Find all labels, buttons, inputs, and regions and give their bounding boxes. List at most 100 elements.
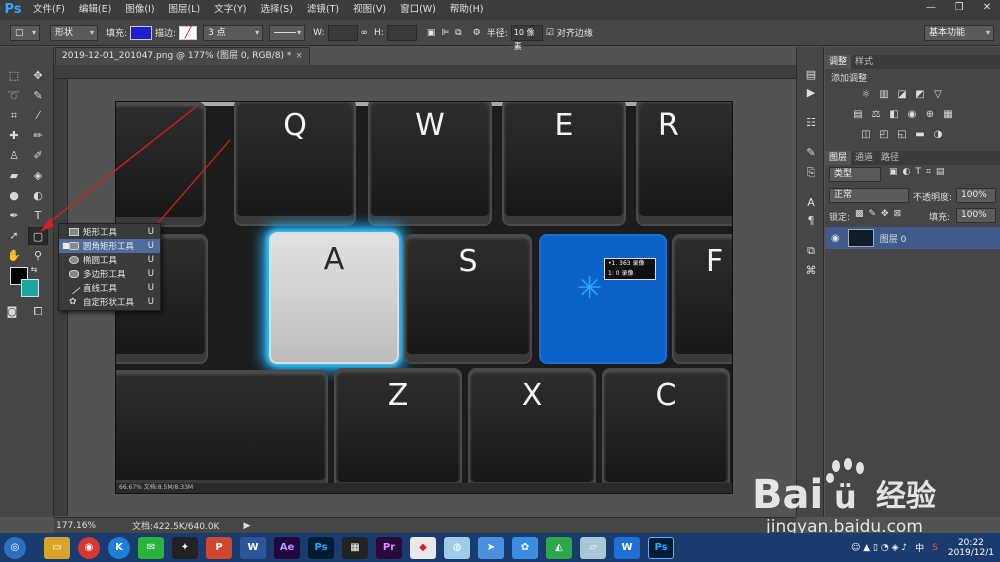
- tab-channels[interactable]: 通道: [851, 151, 877, 165]
- powerpoint-icon[interactable]: P: [206, 536, 232, 559]
- search-icon[interactable]: ◎: [4, 536, 26, 559]
- tab-styles[interactable]: 样式: [851, 55, 877, 69]
- flyout-label: 多边形工具: [83, 270, 126, 280]
- premiere-icon[interactable]: Pr: [376, 536, 402, 559]
- word-icon[interactable]: W: [240, 536, 266, 559]
- qq-icon[interactable]: ✦: [172, 536, 198, 559]
- windows-taskbar: ◎ ▭ ◉ K ✉ ✦ P W Ae Ps ▦ Pr ◆ ◍ ➤ ✿ ◭ ▱ W…: [0, 533, 1000, 562]
- lock-label: 锁定:: [829, 213, 851, 223]
- line-icon: [67, 281, 81, 295]
- status-bar: 177.16% 文档:422.5K/640.0K ▶: [54, 517, 796, 533]
- tab-paths[interactable]: 路径: [877, 151, 903, 165]
- flyout-shortcut: U: [147, 297, 154, 307]
- channel-mixer-icon[interactable]: ⊕: [923, 109, 937, 121]
- ime-indicator[interactable]: 中: [915, 541, 924, 554]
- paw-letter: ü: [834, 478, 857, 516]
- photoshop-taskbar-icon[interactable]: Ps: [308, 536, 334, 559]
- threshold-icon[interactable]: ◱: [895, 129, 909, 141]
- hue-sat-icon[interactable]: ▤: [851, 109, 865, 121]
- eye-icon[interactable]: ◉: [831, 233, 840, 244]
- clock[interactable]: 20:22 2019/12/1: [948, 538, 994, 558]
- rounded-rectangle-icon: [69, 242, 79, 250]
- opacity-label: 不透明度:: [913, 193, 953, 203]
- exposure-icon[interactable]: ◩: [913, 89, 927, 101]
- sogou-icon[interactable]: S: [932, 543, 938, 553]
- layer-comps-icon[interactable]: ⧉: [802, 243, 820, 259]
- flyout-shortcut: U: [147, 227, 154, 237]
- color-balance-icon[interactable]: ⚖: [869, 109, 883, 121]
- black-white-icon[interactable]: ◧: [887, 109, 901, 121]
- layer-filter-icons[interactable]: ▣◐T⌗▤: [889, 167, 949, 177]
- posterize-icon[interactable]: ◰: [877, 129, 891, 141]
- app-icon-2[interactable]: ◍: [444, 536, 470, 559]
- active-dot-icon: ■: [62, 241, 70, 250]
- paragraph-icon[interactable]: ¶: [802, 213, 820, 229]
- flyout-label: 圆角矩形工具: [83, 242, 135, 252]
- character-icon[interactable]: A: [802, 195, 820, 211]
- play-icon[interactable]: ▶: [802, 85, 820, 101]
- document-size: 文档:422.5K/640.0K: [132, 522, 220, 532]
- curves-icon[interactable]: ◪: [895, 89, 909, 101]
- clock-time: 20:22: [957, 537, 984, 548]
- tray-icons[interactable]: ☺ ▲ ▯ ◔ ◈ ♪: [851, 543, 907, 553]
- layer-filter-kind[interactable]: 类型: [829, 167, 881, 182]
- invert-icon[interactable]: ◫: [859, 129, 873, 141]
- history-icon[interactable]: ▤: [802, 67, 820, 83]
- watermark-brand-2: 经验: [876, 479, 936, 514]
- vibrance-icon[interactable]: ▽: [931, 89, 945, 101]
- status-menu-icon[interactable]: ▶: [243, 521, 250, 531]
- baidu-watermark: Bai ü 经验 jingyan.baidu.com: [752, 458, 936, 537]
- custom-shape-icon: ✿: [69, 297, 77, 307]
- glyphs-icon[interactable]: ⌘: [802, 263, 820, 279]
- flyout-polygon-tool[interactable]: 多边形工具 U: [59, 267, 160, 281]
- tab-adjustments[interactable]: 调整: [825, 55, 852, 69]
- app-icon-3[interactable]: ➤: [478, 536, 504, 559]
- netease-music-icon[interactable]: ◉: [78, 536, 100, 559]
- file-explorer-icon[interactable]: ▭: [44, 536, 70, 559]
- app-icon-5[interactable]: ◭: [546, 536, 572, 559]
- flyout-shortcut: U: [147, 283, 154, 293]
- clock-date: 2019/12/1: [947, 547, 994, 558]
- gradient-map-icon[interactable]: ▬: [913, 129, 927, 141]
- layer-row[interactable]: ◉ 图层 0: [825, 227, 1000, 249]
- color-lookup-icon[interactable]: ▦: [941, 109, 955, 121]
- layer-thumbnail: [847, 229, 874, 247]
- adjustments-tabs: 调整 样式: [825, 55, 1000, 69]
- video-editor-icon[interactable]: ▦: [342, 536, 368, 559]
- flyout-custom-shape-tool[interactable]: ✿ 自定形状工具 U: [59, 295, 160, 309]
- flyout-ellipse-tool[interactable]: 椭圆工具 U: [59, 253, 160, 267]
- tab-layers[interactable]: 图层: [825, 151, 852, 165]
- app-icon-4[interactable]: ✿: [512, 536, 538, 559]
- opacity-field[interactable]: 100%: [956, 188, 996, 203]
- rectangle-icon: [69, 228, 79, 236]
- app-icon-1[interactable]: ◆: [410, 536, 436, 559]
- polygon-icon: [69, 270, 79, 278]
- right-panels: 调整 样式 添加调整 ☼ ▥ ◪ ◩ ▽ ▤ ⚖ ◧ ◉ ⊕ ▦ ◫ ◰ ◱ ▬…: [825, 47, 1000, 517]
- app-icon-7[interactable]: W: [614, 536, 640, 559]
- brush-presets-icon[interactable]: ✎: [802, 145, 820, 161]
- properties-icon[interactable]: ☷: [802, 115, 820, 131]
- photoshop-active-icon[interactable]: Ps: [648, 536, 674, 559]
- brightness-icon[interactable]: ☼: [859, 89, 873, 101]
- levels-icon[interactable]: ▥: [877, 89, 891, 101]
- flyout-label: 矩形工具: [83, 228, 118, 238]
- flyout-rounded-rectangle-tool[interactable]: ■ 圆角矩形工具 U: [59, 239, 160, 253]
- after-effects-icon[interactable]: Ae: [274, 536, 300, 559]
- kugou-icon[interactable]: K: [108, 536, 130, 559]
- photo-filter-icon[interactable]: ◉: [905, 109, 919, 121]
- fill-label: 填充:: [929, 213, 951, 223]
- clone-source-icon[interactable]: ⎘: [802, 165, 820, 181]
- ellipse-icon: [69, 256, 79, 264]
- flyout-rectangle-tool[interactable]: 矩形工具 U: [59, 225, 160, 239]
- app-icon-6[interactable]: ▱: [580, 536, 606, 559]
- flyout-label: 椭圆工具: [83, 256, 118, 266]
- selective-color-icon[interactable]: ◑: [931, 129, 945, 141]
- fill-field[interactable]: 100%: [956, 208, 996, 223]
- lock-icons[interactable]: ▩✎✥⊠: [855, 209, 906, 219]
- zoom-level[interactable]: 177.16%: [56, 521, 96, 531]
- wechat-icon[interactable]: ✉: [138, 536, 164, 559]
- shape-tool-flyout: 矩形工具 U ■ 圆角矩形工具 U 椭圆工具 U 多边形工具 U 直线工具 U ✿ 自定形状工…: [58, 223, 161, 311]
- flyout-line-tool[interactable]: 直线工具 U: [59, 281, 160, 295]
- blend-mode-select[interactable]: 正常: [829, 188, 909, 203]
- flyout-shortcut: U: [147, 255, 154, 265]
